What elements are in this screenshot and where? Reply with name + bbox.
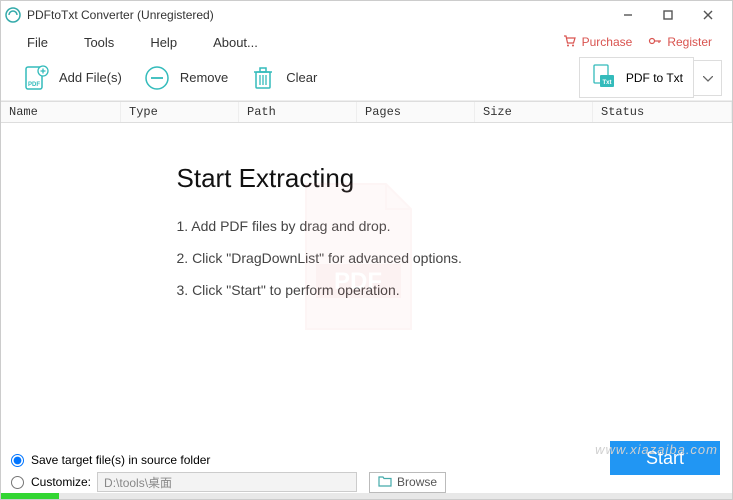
clear-label: Clear	[286, 70, 317, 85]
progress-bar	[1, 493, 732, 499]
save-in-source-radio-input[interactable]	[11, 454, 24, 467]
file-list-area[interactable]: PDF Start Extracting 1. Add PDF files by…	[1, 123, 732, 417]
customize-label: Customize:	[31, 475, 91, 489]
register-link[interactable]: Register	[648, 34, 712, 51]
bottom-panel: Save target file(s) in source folder Cus…	[1, 443, 732, 493]
start-button[interactable]: Start	[610, 441, 720, 475]
conversion-mode-button[interactable]: Txt PDF to Txt	[579, 57, 694, 98]
output-path-input[interactable]	[97, 472, 357, 492]
pdf-to-txt-icon: Txt	[590, 62, 618, 93]
chevron-down-icon	[703, 71, 713, 85]
conversion-mode-dropdown[interactable]	[694, 60, 722, 96]
empty-state-step2: 2. Click "DragDownList" for advanced opt…	[177, 250, 557, 266]
add-file-icon: PDF	[21, 63, 51, 93]
svg-text:Txt: Txt	[602, 80, 611, 86]
trash-icon	[248, 63, 278, 93]
menu-about[interactable]: About...	[195, 31, 276, 54]
col-path[interactable]: Path	[239, 102, 357, 122]
window-title: PDFtoTxt Converter (Unregistered)	[27, 8, 214, 22]
remove-button[interactable]: Remove	[132, 59, 238, 97]
browse-label: Browse	[397, 475, 437, 489]
menu-help[interactable]: Help	[132, 31, 195, 54]
empty-state-step3: 3. Click "Start" to perform operation.	[177, 282, 557, 298]
menu-file[interactable]: File	[9, 31, 66, 54]
add-files-label: Add File(s)	[59, 70, 122, 85]
empty-state-heading: Start Extracting	[177, 163, 557, 194]
col-pages[interactable]: Pages	[357, 102, 475, 122]
cart-icon	[563, 34, 577, 51]
maximize-button[interactable]	[648, 1, 688, 29]
key-icon	[648, 34, 662, 51]
add-files-button[interactable]: PDF Add File(s)	[11, 59, 132, 97]
minimize-button[interactable]	[608, 1, 648, 29]
title-bar: PDFtoTxt Converter (Unregistered)	[1, 1, 732, 29]
toolbar: PDF Add File(s) Remove Clear Txt PDF to …	[1, 55, 732, 101]
remove-icon	[142, 63, 172, 93]
conversion-mode-label: PDF to Txt	[626, 71, 683, 85]
save-in-source-radio[interactable]: Save target file(s) in source folder	[11, 453, 210, 467]
register-label: Register	[667, 35, 712, 49]
purchase-label: Purchase	[582, 35, 633, 49]
svg-text:PDF: PDF	[28, 82, 40, 88]
menu-bar: File Tools Help About... Purchase Regist…	[1, 29, 732, 55]
menu-tools[interactable]: Tools	[66, 31, 132, 54]
browse-button[interactable]: Browse	[369, 472, 446, 493]
customize-radio[interactable]: Customize:	[11, 475, 91, 489]
save-in-source-label: Save target file(s) in source folder	[31, 453, 210, 467]
close-button[interactable]	[688, 1, 728, 29]
remove-label: Remove	[180, 70, 228, 85]
purchase-link[interactable]: Purchase	[563, 34, 633, 51]
empty-state-step1: 1. Add PDF files by drag and drop.	[177, 218, 557, 234]
file-list-header: Name Type Path Pages Size Status	[1, 101, 732, 123]
customize-radio-input[interactable]	[11, 476, 24, 489]
col-size[interactable]: Size	[475, 102, 593, 122]
col-type[interactable]: Type	[121, 102, 239, 122]
col-status[interactable]: Status	[593, 102, 732, 122]
app-icon	[5, 7, 21, 23]
folder-icon	[378, 475, 392, 490]
clear-button[interactable]: Clear	[238, 59, 327, 97]
col-name[interactable]: Name	[1, 102, 121, 122]
progress-fill	[1, 493, 59, 499]
